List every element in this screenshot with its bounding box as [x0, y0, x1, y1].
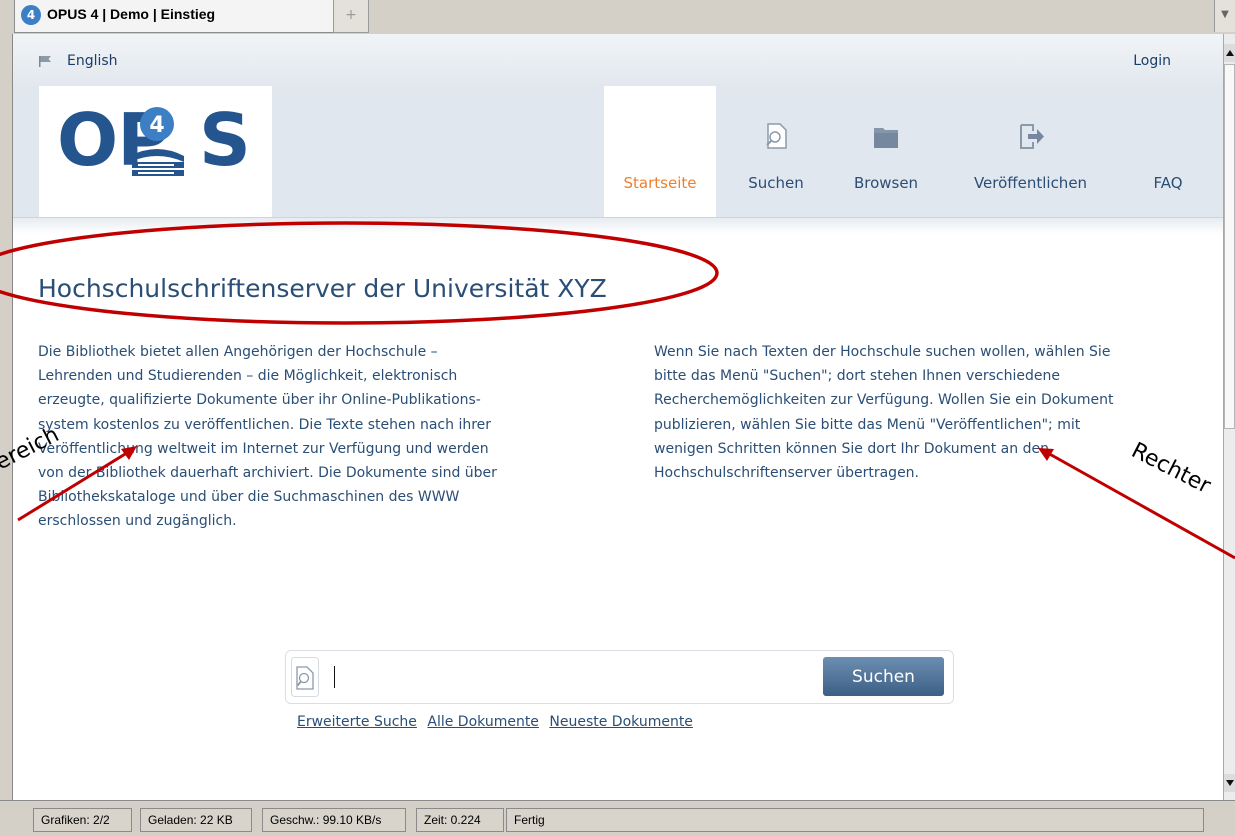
latest-documents-link[interactable]: Neueste Dokumente — [549, 714, 693, 730]
status-images: Grafiken: 2/2 — [33, 808, 132, 832]
intro-right-line: Hochschulschriftenserver übertragen. — [654, 465, 920, 482]
intro-right-column: Wenn Sie nach Texten der Hochschule such… — [654, 340, 1226, 485]
status-message: Fertig — [506, 808, 1204, 832]
intro-left-line: erschlossen und zugänglich. — [38, 513, 237, 530]
flag-icon — [39, 56, 51, 67]
nav-faq[interactable]: FAQ — [1128, 86, 1208, 217]
export-arrow-icon — [1019, 124, 1044, 149]
opus-logo[interactable]: OP 4 S — [39, 86, 272, 217]
status-loaded: Geladen: 22 KB — [140, 808, 252, 832]
intro-right-line: Recherchemöglichkeiten zur Verfügung. Wo… — [654, 392, 1114, 409]
svg-text:4: 4 — [149, 113, 164, 138]
intro-left-line: von der Bibliothek dauerhaft archiviert.… — [38, 465, 497, 482]
nav-startseite[interactable]: Startseite — [604, 86, 716, 217]
window-left-edge — [0, 34, 13, 800]
intro-left-line: Bibliothekskataloge und über die Suchmas… — [38, 489, 460, 506]
tab-title: OPUS 4 | Demo | Einstieg — [47, 6, 216, 22]
intro-left-column: Die Bibliothek bietet allen Angehörigen … — [38, 340, 630, 534]
book-reader-logo-icon: 4 — [130, 107, 184, 176]
folder-icon — [874, 128, 898, 148]
nav-label: FAQ — [1153, 174, 1183, 192]
intro-left-line: Die Bibliothek bietet allen Angehörigen … — [38, 344, 438, 360]
site-header: OP 4 S Startseite Suchen Browsen Veröffe… — [13, 86, 1223, 218]
browser-status-bar: Grafiken: 2/2 Geladen: 22 KB Geschw.: 99… — [0, 800, 1235, 836]
nav-suchen[interactable]: Suchen — [726, 86, 826, 217]
content-top-band — [13, 218, 1223, 234]
nav-label: Suchen — [748, 174, 804, 192]
page-title: Hochschulschriftenserver der Universität… — [38, 274, 607, 303]
intro-right-line: publizieren, wählen Sie bitte das Menü "… — [654, 416, 1081, 433]
intro-left-line: Lehrenden und Studierenden – die Möglich… — [38, 368, 458, 385]
opus-favicon-icon: 4 — [21, 5, 41, 25]
status-speed: Geschw.: 99.10 KB/s — [262, 808, 406, 832]
search-document-icon — [291, 657, 319, 697]
nav-veroeffentlichen[interactable]: Veröffentlichen — [958, 86, 1103, 217]
search-links: Erweiterte Suche Alle Dokumente Neueste … — [297, 714, 699, 730]
browser-tab[interactable]: 4 OPUS 4 | Demo | Einstieg — [14, 0, 334, 33]
intro-right-line: wenigen Schritten können Sie dort Ihr Do… — [654, 440, 1049, 457]
intro-right-line: Wenn Sie nach Texten der Hochschule such… — [654, 344, 1111, 360]
intro-left-line: Veröffentlichung weltweit im Internet zu… — [38, 440, 489, 457]
intro-left-line: erzeugte, qualifizierte Dokumente über i… — [38, 392, 481, 409]
text-caret — [334, 666, 335, 688]
new-tab-button[interactable]: + — [333, 0, 369, 33]
quick-search-box: Suchen — [285, 650, 954, 704]
nav-label: Veröffentlichen — [973, 174, 1088, 192]
scroll-up-arrow-icon[interactable] — [1224, 44, 1235, 62]
language-switch-link[interactable]: English — [67, 53, 118, 69]
advanced-search-link[interactable]: Erweiterte Suche — [297, 714, 417, 730]
nav-label: Startseite — [623, 174, 697, 192]
scroll-down-arrow-icon[interactable] — [1224, 774, 1235, 792]
search-input[interactable] — [336, 665, 806, 691]
browser-tab-bar: 4 OPUS 4 | Demo | Einstieg + ▼ — [0, 0, 1235, 35]
nav-browsen[interactable]: Browsen — [836, 86, 936, 217]
top-bar: English Login — [13, 34, 1223, 86]
nav-label: Browsen — [853, 174, 919, 192]
search-button[interactable]: Suchen — [823, 657, 944, 696]
tab-list-icon[interactable]: ▼ — [1214, 0, 1235, 32]
search-document-icon — [766, 123, 787, 149]
status-time: Zeit: 0.224 — [416, 808, 504, 832]
logo-text-right: S — [199, 98, 251, 182]
login-link[interactable]: Login — [1133, 53, 1171, 69]
intro-left-line: system kostenlos zu veröffentlichen. Die… — [38, 416, 492, 433]
all-documents-link[interactable]: Alle Dokumente — [427, 714, 539, 730]
intro-right-line: bitte das Menü "Suchen"; dort stehen Ihn… — [654, 368, 1060, 385]
main-content: Hochschulschriftenserver der Universität… — [13, 218, 1223, 800]
